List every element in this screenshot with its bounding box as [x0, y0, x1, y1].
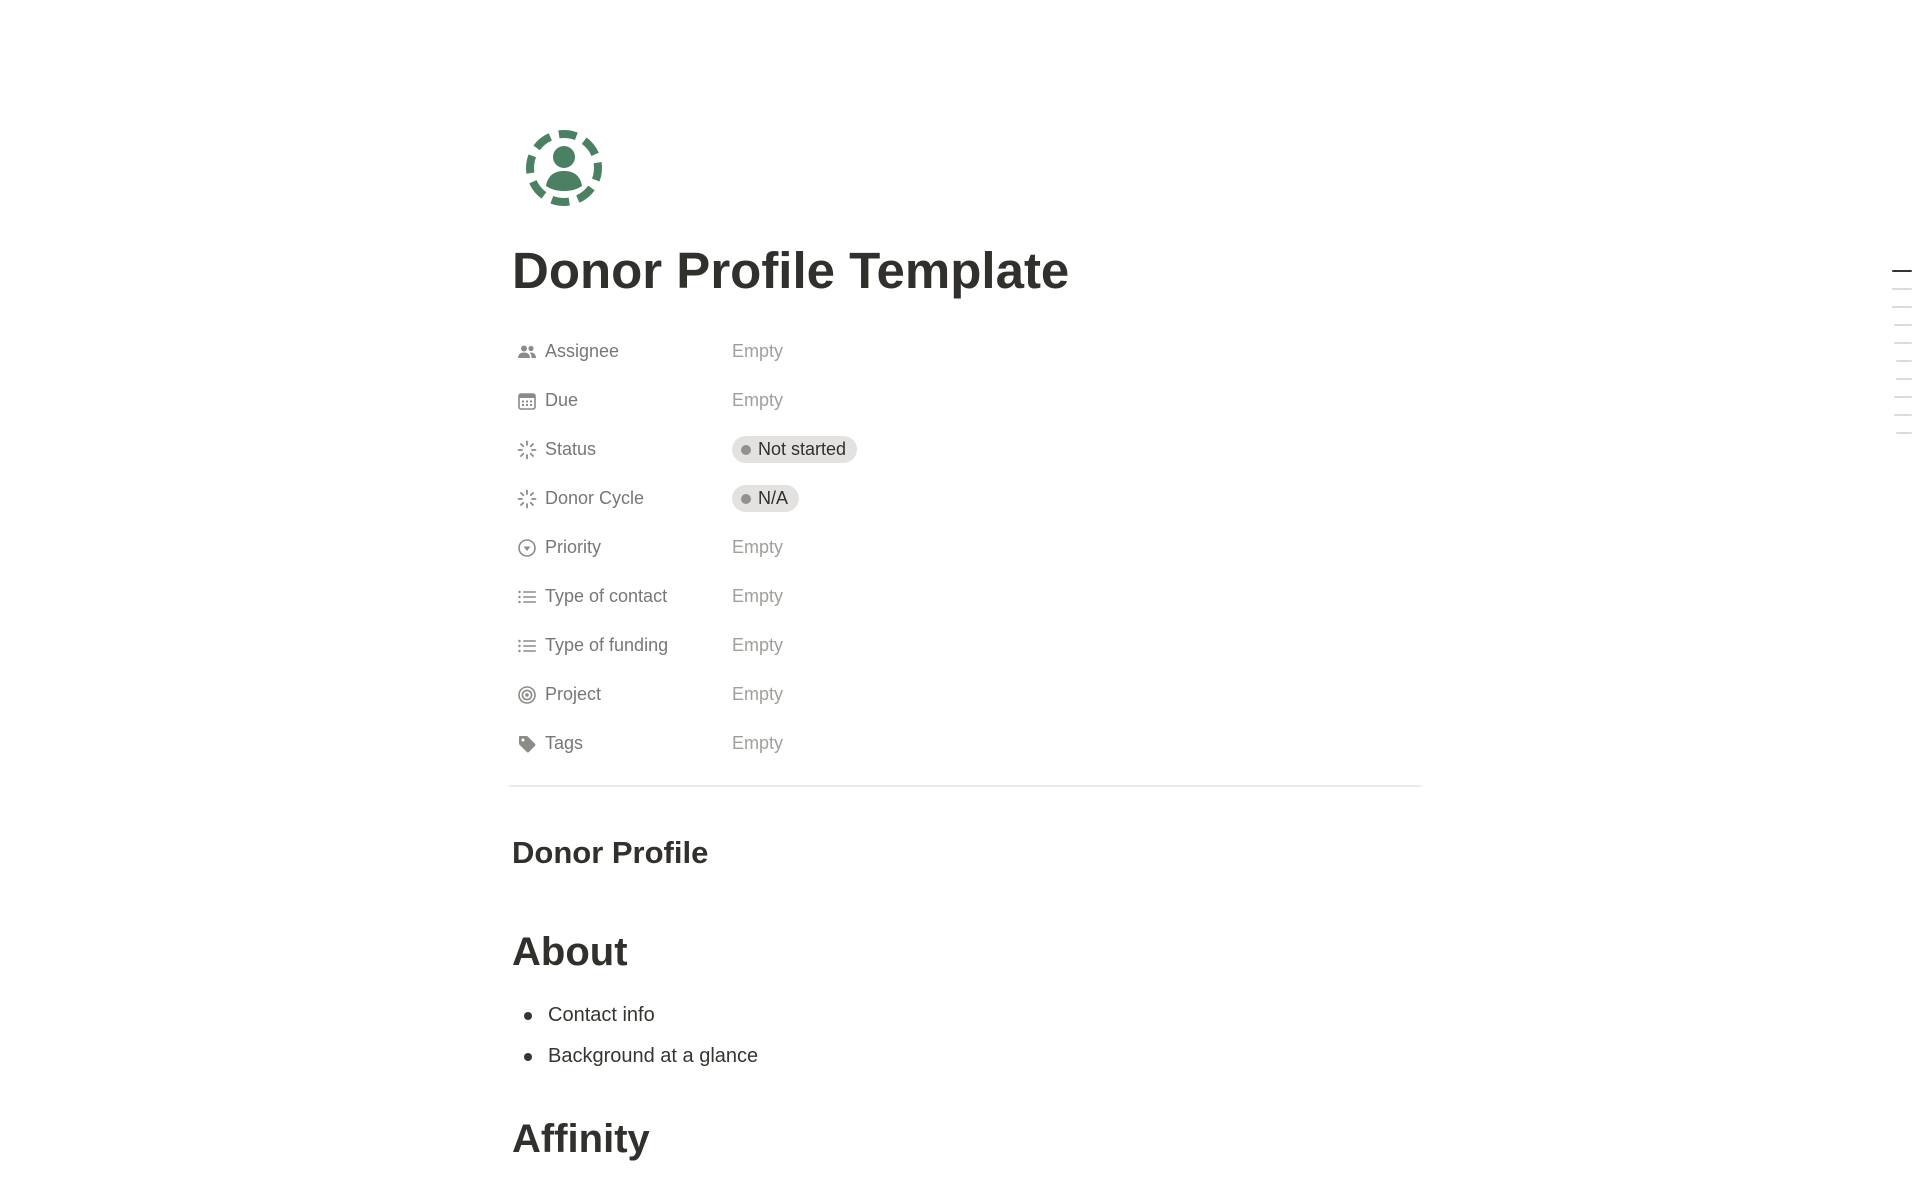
- property-name[interactable]: Assignee: [512, 335, 732, 369]
- affinity-heading[interactable]: Affinity: [512, 1117, 650, 1162]
- properties-panel: Assignee Empty Due Empty Status Not star…: [512, 327, 1424, 768]
- status-pill-label: Not started: [758, 439, 847, 459]
- people-icon: [516, 341, 538, 363]
- status-pill[interactable]: Not started: [732, 436, 858, 463]
- list-item[interactable]: Background at a glance: [512, 1036, 758, 1077]
- toc-tick[interactable]: [1890, 334, 1912, 352]
- bullet-icon: [524, 1053, 532, 1061]
- property-label: Status: [545, 439, 597, 459]
- page-title[interactable]: Donor Profile Template: [512, 240, 1069, 301]
- bullet-icon: [524, 1012, 532, 1020]
- calendar-icon: [516, 390, 538, 412]
- list-item[interactable]: Contact info: [512, 995, 758, 1036]
- property-label: Type of funding: [545, 635, 669, 655]
- property-project: Project Empty: [512, 670, 1424, 719]
- table-of-contents-minimap[interactable]: [1890, 262, 1912, 442]
- toc-tick[interactable]: [1890, 352, 1912, 370]
- donor-cycle-pill-label: N/A: [758, 488, 789, 508]
- property-label: Donor Cycle: [545, 488, 645, 508]
- list-icon: [516, 586, 538, 608]
- property-label: Due: [545, 390, 579, 410]
- select-icon: [516, 537, 538, 559]
- property-value[interactable]: Not started: [732, 433, 1424, 467]
- toc-tick[interactable]: [1890, 388, 1912, 406]
- property-value[interactable]: Empty: [732, 678, 1424, 712]
- property-value[interactable]: Empty: [732, 384, 1424, 418]
- property-name[interactable]: Priority: [512, 531, 732, 565]
- toc-tick-active[interactable]: [1890, 262, 1912, 280]
- status-icon: [516, 439, 538, 461]
- property-name[interactable]: Type of funding: [512, 629, 732, 663]
- tag-icon: [516, 733, 538, 755]
- property-label: Tags: [545, 733, 584, 753]
- toc-tick[interactable]: [1890, 406, 1912, 424]
- property-label: Assignee: [545, 341, 620, 361]
- property-value[interactable]: Empty: [732, 629, 1424, 663]
- donor-profile-icon[interactable]: [524, 128, 604, 208]
- property-name[interactable]: Status: [512, 433, 732, 467]
- status-dot: [741, 444, 751, 455]
- toc-tick[interactable]: [1890, 280, 1912, 298]
- status-icon: [516, 488, 538, 510]
- property-value[interactable]: Empty: [732, 580, 1424, 614]
- property-name[interactable]: Project: [512, 678, 732, 712]
- property-value[interactable]: N/A: [732, 482, 1424, 516]
- toc-tick[interactable]: [1890, 316, 1912, 334]
- about-list: Contact info Background at a glance: [512, 995, 758, 1077]
- property-donor-cycle: Donor Cycle N/A: [512, 474, 1424, 523]
- property-type-of-contact: Type of contact Empty: [512, 572, 1424, 621]
- property-status: Status Not started: [512, 425, 1424, 474]
- property-due: Due Empty: [512, 376, 1424, 425]
- property-label: Type of contact: [545, 586, 668, 606]
- property-type-of-funding: Type of funding Empty: [512, 621, 1424, 670]
- target-icon: [516, 684, 538, 706]
- property-tags: Tags Empty: [512, 719, 1424, 768]
- list-icon: [516, 635, 538, 657]
- property-name[interactable]: Type of contact: [512, 580, 732, 614]
- properties-divider: [509, 785, 1421, 787]
- property-value[interactable]: Empty: [732, 531, 1424, 565]
- page: Donor Profile Template Assignee Empty Du…: [0, 0, 1920, 1199]
- toc-tick[interactable]: [1890, 298, 1912, 316]
- property-priority: Priority Empty: [512, 523, 1424, 572]
- list-item-text: Background at a glance: [548, 1045, 759, 1067]
- toc-tick[interactable]: [1890, 370, 1912, 388]
- list-item-text: Contact info: [548, 1004, 655, 1026]
- property-label: Priority: [545, 537, 602, 557]
- donor-cycle-pill[interactable]: N/A: [732, 485, 800, 512]
- toc-tick[interactable]: [1890, 424, 1912, 442]
- status-dot: [741, 493, 751, 504]
- about-heading[interactable]: About: [512, 930, 628, 975]
- property-value[interactable]: Empty: [732, 727, 1424, 761]
- property-name[interactable]: Donor Cycle: [512, 482, 732, 516]
- property-label: Project: [545, 684, 602, 704]
- property-name[interactable]: Tags: [512, 727, 732, 761]
- donor-profile-heading[interactable]: Donor Profile: [512, 835, 708, 871]
- property-name[interactable]: Due: [512, 384, 732, 418]
- property-assignee: Assignee Empty: [512, 327, 1424, 376]
- property-value[interactable]: Empty: [732, 335, 1424, 369]
